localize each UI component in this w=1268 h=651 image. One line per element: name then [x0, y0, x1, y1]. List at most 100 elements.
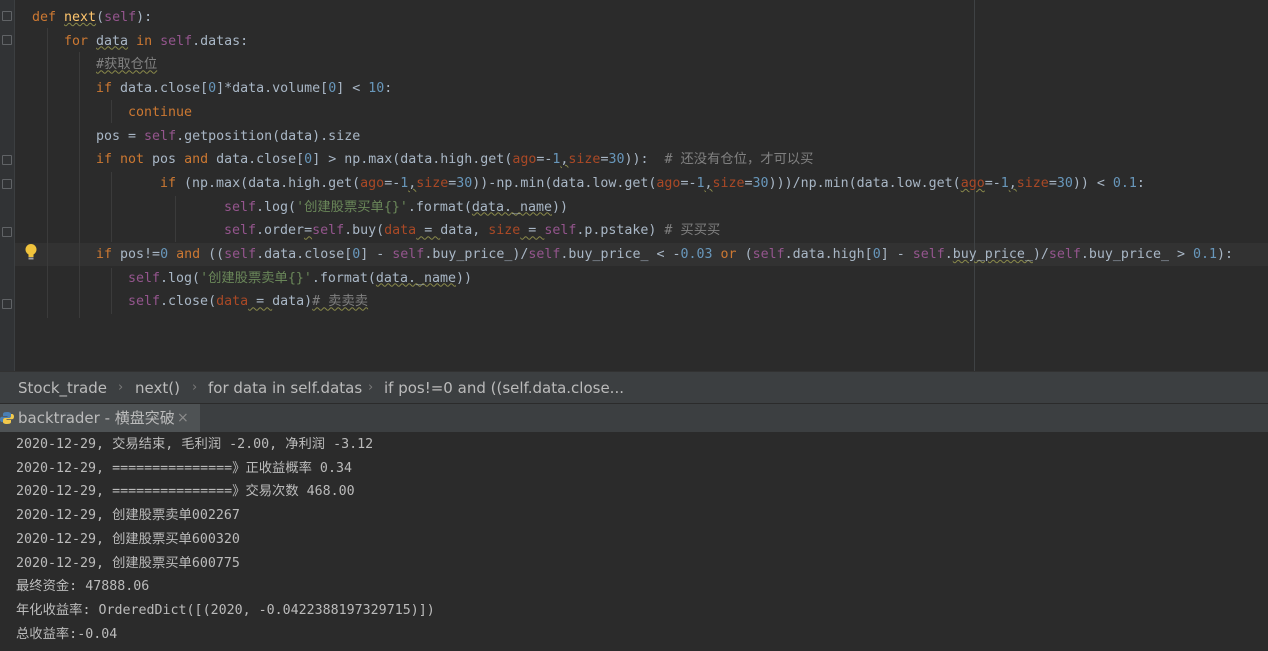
code-token: = — [248, 294, 273, 310]
code-line[interactable]: self.close(data = data)# 卖卖卖 — [128, 290, 368, 313]
code-line[interactable]: self.log('创建股票卖单{}'.format(data._name)) — [128, 267, 472, 290]
editor-gutter[interactable] — [0, 0, 15, 371]
code-token: ] < — [336, 81, 369, 97]
breadcrumb-item-function[interactable]: next() — [135, 372, 180, 404]
code-token: size — [1016, 175, 1049, 191]
code-token: size — [568, 152, 601, 168]
code-token: self — [144, 128, 177, 144]
code-token: ( — [96, 10, 105, 25]
code-line[interactable]: if (np.max(data.high.get(ago=-1,size=30)… — [160, 172, 1145, 195]
code-token: self — [224, 223, 257, 239]
fold-marker-icon[interactable] — [2, 155, 12, 165]
code-token: size — [712, 175, 745, 191]
code-line[interactable]: self.order=self.buy(data = data, size = … — [224, 219, 720, 242]
code-line[interactable]: if not pos and data.close[0] > np.max(da… — [96, 148, 813, 171]
code-token: self — [392, 247, 425, 262]
code-token: pos!= — [120, 247, 161, 262]
code-token: self — [224, 247, 257, 262]
code-token: ago — [360, 175, 385, 191]
fold-marker-icon[interactable] — [2, 35, 12, 45]
tab-run-config[interactable]: backtrader - 横盘突破 × — [0, 404, 200, 433]
code-token: , — [1008, 175, 1017, 191]
code-token: continue — [128, 104, 193, 120]
breadcrumb-item-file[interactable]: Stock_trade — [18, 372, 107, 404]
code-token: = — [744, 175, 753, 191]
fold-marker-icon[interactable] — [2, 179, 12, 189]
code-token: 0.03 — [680, 247, 721, 262]
console-line: 总收益率:-0.04 — [16, 626, 118, 642]
run-console-output[interactable]: 2020-12-29, 交易结束, 毛利润 -2.00, 净利润 -3.12 20… — [0, 432, 1268, 651]
code-token: )))/np.min(data.low.get( — [768, 175, 961, 191]
code-token: def — [32, 10, 65, 25]
code-token: ] - — [360, 247, 393, 262]
code-token: self — [544, 223, 577, 239]
code-token: if — [160, 175, 185, 191]
code-line[interactable]: continue — [128, 101, 192, 124]
code-line[interactable]: if data.close[0]*data.volume[0] < 10: — [96, 77, 392, 100]
code-token: = — [520, 223, 545, 239]
code-token: =- — [680, 175, 697, 191]
code-token: self — [104, 10, 137, 25]
code-token: 0 — [328, 81, 337, 97]
code-token: )): — [624, 152, 665, 168]
code-line[interactable]: pos = self.getposition(data).size — [96, 125, 360, 148]
code-line[interactable]: for data in self.datas: — [64, 30, 248, 53]
code-token: =- — [536, 152, 553, 168]
indent-guide — [111, 172, 112, 242]
code-token: #获取仓位 — [96, 57, 158, 73]
fold-marker-icon[interactable] — [2, 227, 12, 237]
code-token: : — [384, 81, 393, 97]
code-token: in — [128, 33, 161, 49]
code-token: .buy_price_ < - — [560, 247, 681, 262]
code-line[interactable]: #获取仓位 — [96, 53, 157, 76]
code-token: data — [384, 223, 417, 239]
breadcrumb-item-loop[interactable]: for data in self.datas — [208, 372, 362, 404]
code-token: (np.max(data.high.get( — [184, 175, 361, 191]
console-line: 2020-12-29, ===============》交易次数 468.00 — [16, 484, 355, 500]
code-token: 30 — [752, 175, 769, 191]
code-token: '创建股票买单{}' — [296, 199, 408, 215]
indent-guide — [175, 196, 176, 242]
fold-marker-icon[interactable] — [2, 11, 12, 21]
code-token: data._name — [375, 270, 456, 286]
code-token: ] > np.max(data.high.get( — [312, 152, 513, 168]
code-line[interactable]: def next(self): — [32, 6, 152, 29]
console-line: 2020-12-29, 创建股票买单600320 — [16, 531, 240, 547]
code-token: data, — [440, 223, 489, 239]
code-token: )) — [551, 199, 568, 215]
code-token: if not — [96, 152, 153, 168]
code-editor[interactable]: def next(self): for data in self.datas: #获… — [0, 0, 1268, 371]
code-token: self — [1048, 247, 1081, 262]
lightbulb-icon[interactable] — [24, 243, 38, 261]
breadcrumb-item-condition[interactable]: if pos!=0 and ((self.data.close... — [384, 372, 624, 404]
indent-guide — [47, 28, 48, 318]
code-token: '创建股票卖单{}' — [200, 270, 312, 286]
code-token: pos = — [96, 128, 145, 144]
code-token: ago — [512, 152, 537, 168]
code-token: data.close[ — [216, 152, 305, 168]
code-token: for — [64, 33, 97, 49]
run-tab-label: backtrader - 横盘突破 — [18, 409, 175, 427]
indent-guide — [79, 52, 80, 318]
code-token: and — [176, 247, 209, 262]
console-line: 年化收益率: OrderedDict([(2020, -0.0422388197… — [16, 602, 435, 618]
console-line: 2020-12-29, 创建股票卖单002267 — [16, 508, 240, 524]
code-token: if — [96, 247, 121, 262]
code-token: 30 — [608, 152, 625, 168]
code-token: 30 — [1056, 175, 1073, 191]
code-token: .data.close[ — [256, 247, 353, 262]
code-token: .data.high[ — [784, 247, 873, 262]
fold-marker-icon[interactable] — [2, 299, 12, 309]
code-token: =- — [384, 175, 401, 191]
code-token: )/ — [1032, 247, 1049, 262]
code-line[interactable]: self.log('创建股票买单{}'.format(data._name)) — [224, 196, 568, 219]
breadcrumb-separator: › — [368, 380, 374, 395]
code-token: 0 — [872, 247, 881, 262]
code-token: = — [416, 223, 441, 239]
code-token: data — [216, 294, 249, 310]
code-line[interactable]: if pos!=0 and ((self.data.close[0] - sel… — [96, 243, 1233, 266]
code-token: )) — [455, 270, 472, 286]
code-token: self — [128, 270, 161, 286]
close-icon[interactable]: × — [177, 404, 189, 433]
console-line: 2020-12-29, 交易结束, 毛利润 -2.00, 净利润 -3.12 — [16, 437, 374, 452]
